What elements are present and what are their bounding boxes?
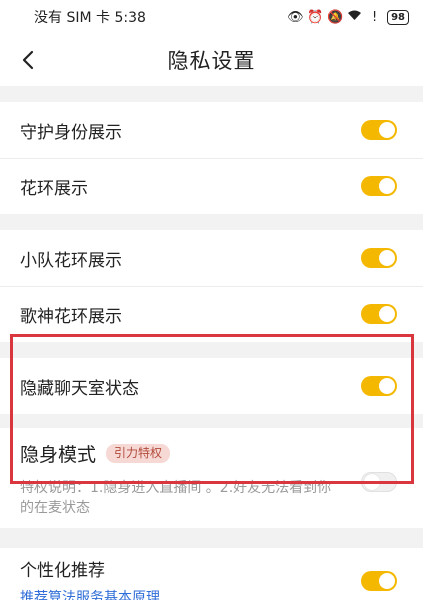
hide-chatroom-group: 隐藏聊天室状态 [0,358,423,414]
algorithm-principle-link[interactable]: 推荐算法服务基本原理 [20,587,160,600]
stealth-mode-toggle[interactable] [361,472,397,492]
personalized-group: 个性化推荐 推荐算法服务基本原理 [0,548,423,600]
section-gap [0,214,423,230]
identity-group: 守护身份展示 花环展示 [0,102,423,214]
setting-row-guard-identity: 守护身份展示 [0,102,423,158]
setting-label: 守护身份展示 [20,122,122,143]
setting-row-singer-wreath: 歌神花环展示 [0,286,423,342]
toggle-knob [379,250,395,266]
setting-row-wreath: 花环展示 [0,158,423,214]
eye-icon: 👁 [287,9,304,25]
stealth-group: 隐身模式 引力特权 特权说明：1.隐身进入直播间 。2.好友无法看到你的在麦状态 [0,428,423,528]
privilege-badge: 引力特权 [106,443,171,463]
chevron-left-icon [22,50,34,70]
wreath-toggle[interactable] [361,176,397,196]
setting-label: 隐藏聊天室状态 [20,378,139,399]
alarm-icon: ⏰ [307,9,324,25]
section-gap [0,86,423,102]
setting-label: 花环展示 [20,178,88,199]
toggle-knob [379,306,395,322]
personalized-text-block: 个性化推荐 推荐算法服务基本原理 [20,556,160,600]
stealth-mode-row: 隐身模式 引力特权 [0,428,423,478]
toggle-knob [379,573,395,589]
personalized-recommendation-row: 个性化推荐 推荐算法服务基本原理 [0,548,423,600]
section-gap [0,342,423,358]
toggle-knob [379,178,395,194]
section-gap [0,414,423,428]
setting-row-team-wreath: 小队花环展示 [0,230,423,286]
singer-wreath-toggle[interactable] [361,304,397,324]
page-title: 隐私设置 [167,49,256,73]
setting-label: 歌神花环展示 [20,306,122,327]
status-icons: 👁 ⏰ 🔕 ! 98 [287,9,409,25]
carrier-time: 没有 SIM 卡 5:38 [34,10,146,26]
section-gap [0,528,423,548]
header: 隐私设置 [0,34,423,86]
guard-identity-toggle[interactable] [361,120,397,140]
sim-alert-icon: ! [371,9,378,25]
back-button[interactable] [14,46,42,74]
mute-icon: 🔕 [327,9,344,25]
team-wreath-group: 小队花环展示 歌神花环展示 [0,230,423,342]
toggle-knob [379,378,395,394]
setting-label: 小队花环展示 [20,250,122,271]
privacy-settings-screen: 没有 SIM 卡 5:38 👁 ⏰ 🔕 ! 98 隐私设置 守护身份展示 花环展… [0,0,423,600]
toggle-knob [379,122,395,138]
hide-chatroom-toggle[interactable] [361,376,397,396]
battery-icon: 98 [387,9,409,25]
toggle-knob [364,474,380,490]
stealth-mode-label: 隐身模式 [20,443,97,466]
stealth-description: 特权说明：1.隐身进入直播间 。2.好友无法看到你的在麦状态 [20,480,332,516]
wifi-icon [347,9,362,25]
team-wreath-toggle[interactable] [361,248,397,268]
status-bar: 没有 SIM 卡 5:38 👁 ⏰ 🔕 ! 98 [0,0,423,34]
setting-row-hide-chatroom: 隐藏聊天室状态 [0,358,423,414]
personalized-toggle[interactable] [361,571,397,591]
stealth-description-row: 特权说明：1.隐身进入直播间 。2.好友无法看到你的在麦状态 [0,472,423,528]
personalized-label: 个性化推荐 [20,560,105,581]
